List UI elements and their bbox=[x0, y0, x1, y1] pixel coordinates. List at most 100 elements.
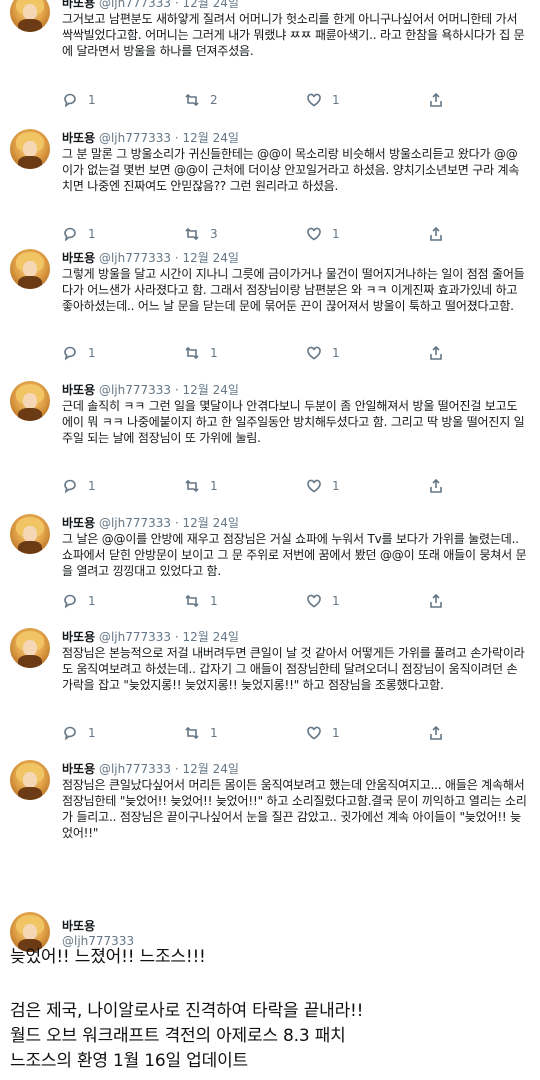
timestamp[interactable]: 12월 24일 bbox=[183, 251, 239, 265]
tweet-header: 바또용 @ljh777333 · 12월 24일 bbox=[62, 249, 239, 266]
tweet-header: 바또용 @ljh777333 · 12월 24일 bbox=[62, 760, 239, 777]
reply-button[interactable]: 1 bbox=[62, 226, 96, 242]
avatar[interactable] bbox=[10, 760, 50, 800]
avatar[interactable] bbox=[10, 381, 50, 421]
retweet-count: 1 bbox=[210, 726, 218, 740]
retweet-button[interactable]: 1 bbox=[184, 725, 218, 741]
retweet-button[interactable]: 3 bbox=[184, 226, 218, 242]
share-icon bbox=[430, 92, 442, 107]
reply-count: 1 bbox=[88, 479, 96, 493]
tweet-text: 점장님은 큰일났다싶어서 머리든 몸이든 움직여보려고 했는데 안움직여지고..… bbox=[62, 778, 527, 840]
display-name[interactable]: 바또용 bbox=[62, 917, 95, 934]
handle[interactable]: @ljh777333 bbox=[99, 630, 171, 644]
tweet-actions: 1 1 1 bbox=[62, 345, 482, 363]
reply-button[interactable]: 1 bbox=[62, 345, 96, 361]
display-name[interactable]: 바또용 bbox=[62, 131, 95, 145]
display-name[interactable]: 바또용 bbox=[62, 516, 95, 530]
like-count: 1 bbox=[332, 227, 340, 241]
avatar[interactable] bbox=[10, 628, 50, 668]
like-button[interactable]: 1 bbox=[306, 725, 340, 741]
like-button[interactable]: 1 bbox=[306, 92, 340, 108]
handle[interactable]: @ljh777333 bbox=[99, 383, 171, 397]
timestamp[interactable]: 12월 24일 bbox=[183, 516, 239, 530]
display-name[interactable]: 바또용 bbox=[62, 630, 95, 644]
like-count: 1 bbox=[332, 594, 340, 608]
retweet-button[interactable]: 1 bbox=[184, 478, 218, 494]
separator-dot: · bbox=[174, 0, 179, 10]
share-button[interactable] bbox=[428, 226, 444, 242]
tweet-body-line: 검은 제국, 나이알로사로 진격하여 타락을 끝내라!! bbox=[10, 1001, 364, 1021]
timestamp[interactable]: 12월 24일 bbox=[183, 0, 239, 10]
share-button[interactable] bbox=[428, 725, 444, 741]
retweet-button[interactable]: 2 bbox=[184, 92, 218, 108]
reply-icon bbox=[64, 346, 76, 361]
tweet-actions: 1 1 1 bbox=[62, 593, 482, 611]
reply-button[interactable]: 1 bbox=[62, 593, 96, 609]
reply-button[interactable]: 1 bbox=[62, 725, 96, 741]
tweet-text: 점장님은 본능적으로 저걸 내버려두면 큰일이 날 것 같아서 어떻게든 가위를… bbox=[62, 646, 525, 692]
reply-count: 1 bbox=[88, 346, 96, 360]
retweet-icon bbox=[185, 479, 199, 493]
reply-count: 1 bbox=[88, 726, 96, 740]
like-count: 1 bbox=[332, 479, 340, 493]
timestamp[interactable]: 12월 24일 bbox=[183, 762, 239, 776]
heart-icon bbox=[307, 726, 321, 740]
like-button[interactable]: 1 bbox=[306, 226, 340, 242]
avatar[interactable] bbox=[10, 514, 50, 554]
tweet-text: 그거보고 남편분도 새하얗게 질려서 어머니가 헛소리를 한게 아니구나싶어서 … bbox=[62, 12, 525, 58]
handle[interactable]: @ljh777333 bbox=[99, 251, 171, 265]
tweet-actions: 1 1 1 bbox=[62, 725, 482, 743]
reply-button[interactable]: 1 bbox=[62, 92, 96, 108]
retweet-icon bbox=[185, 93, 199, 107]
tweet-actions: 1 3 1 bbox=[62, 226, 482, 244]
tweet-actions: 1 2 1 bbox=[62, 92, 482, 110]
separator-dot: · bbox=[174, 383, 179, 397]
retweet-button[interactable]: 1 bbox=[184, 345, 218, 361]
like-button[interactable]: 1 bbox=[306, 593, 340, 609]
retweet-icon bbox=[185, 346, 199, 360]
share-icon bbox=[430, 226, 442, 241]
display-name[interactable]: 바또용 bbox=[62, 383, 95, 397]
share-button[interactable] bbox=[428, 478, 444, 494]
reply-icon bbox=[64, 93, 76, 108]
share-icon bbox=[430, 593, 442, 608]
tweet-header: 바또용 @ljh777333 · 12월 24일 bbox=[62, 0, 239, 11]
reply-button[interactable]: 1 bbox=[62, 478, 96, 494]
reply-count: 1 bbox=[88, 93, 96, 107]
like-button[interactable]: 1 bbox=[306, 345, 340, 361]
timestamp[interactable]: 12월 24일 bbox=[183, 630, 239, 644]
share-icon bbox=[430, 345, 442, 360]
display-name[interactable]: 바또용 bbox=[62, 0, 95, 10]
tweet-text: 그 분 말론 그 방울소리가 귀신들한테는 @@이 목소리랑 비슷해서 방울소리… bbox=[62, 147, 520, 193]
retweet-count: 2 bbox=[210, 93, 218, 107]
share-button[interactable] bbox=[428, 92, 444, 108]
timestamp[interactable]: 12월 24일 bbox=[183, 131, 239, 145]
avatar[interactable] bbox=[10, 129, 50, 169]
handle[interactable]: @ljh777333 bbox=[99, 516, 171, 530]
reply-icon bbox=[64, 479, 76, 494]
handle[interactable]: @ljh777333 bbox=[99, 762, 171, 776]
like-count: 1 bbox=[332, 346, 340, 360]
display-name[interactable]: 바또용 bbox=[62, 251, 95, 265]
heart-icon bbox=[307, 93, 321, 107]
separator-dot: · bbox=[174, 630, 179, 644]
share-button[interactable] bbox=[428, 593, 444, 609]
reply-icon bbox=[64, 227, 76, 242]
like-button[interactable]: 1 bbox=[306, 478, 340, 494]
tweet-actions: 1 1 1 bbox=[62, 478, 482, 496]
tweet-header: 바또용 @ljh777333 · 12월 24일 bbox=[62, 628, 239, 645]
display-name[interactable]: 바또용 bbox=[62, 762, 95, 776]
reply-icon bbox=[64, 594, 76, 609]
share-icon bbox=[430, 478, 442, 493]
tweet-header: 바또용 @ljh777333 · 12월 24일 bbox=[62, 514, 239, 531]
timestamp[interactable]: 12월 24일 bbox=[183, 383, 239, 397]
retweet-button[interactable]: 1 bbox=[184, 593, 218, 609]
handle[interactable]: @ljh777333 bbox=[99, 0, 171, 10]
handle[interactable]: @ljh777333 bbox=[99, 131, 171, 145]
retweet-icon bbox=[185, 227, 199, 241]
avatar[interactable] bbox=[10, 0, 50, 32]
tweet-text: 근데 솔직히 ㅋㅋ 그런 일을 몇달이나 안겪다보니 두분이 좀 안일해져서 방… bbox=[62, 399, 525, 445]
reply-count: 1 bbox=[88, 594, 96, 608]
share-button[interactable] bbox=[428, 345, 444, 361]
avatar[interactable] bbox=[10, 249, 50, 289]
